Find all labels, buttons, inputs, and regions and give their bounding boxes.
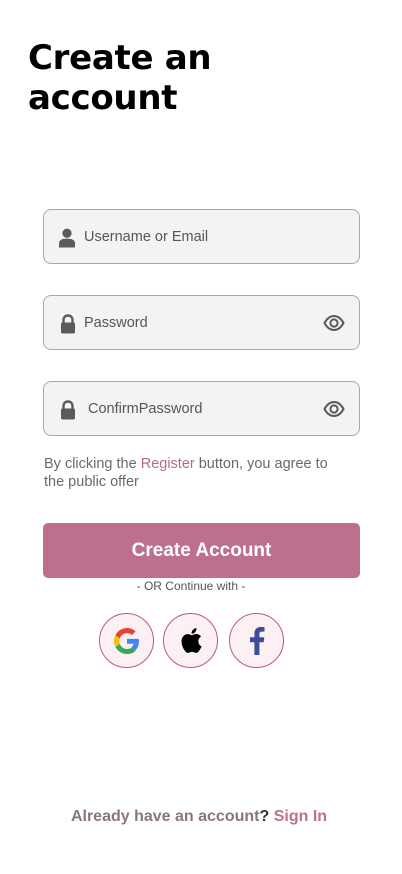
google-icon [113,627,139,654]
confirm-password-input[interactable] [88,382,318,435]
apple-button[interactable] [163,613,218,668]
lock-icon [61,400,75,420]
divider-text: - OR Continue with - [136,579,246,593]
lock-icon [61,314,75,334]
google-button[interactable] [99,613,154,668]
terms-note: By clicking the Register button, you agr… [44,455,344,491]
footer-prompt: Already have an account [70,808,260,825]
apple-icon [181,628,202,653]
username-field[interactable] [43,209,360,264]
footer-question-mark: ? [259,808,270,825]
eye-icon[interactable] [323,313,345,333]
register-link[interactable]: Register [141,456,195,472]
password-field[interactable] [43,295,360,350]
username-input[interactable] [84,210,314,263]
facebook-icon [249,626,264,655]
terms-prefix: By clicking the [44,456,141,472]
create-account-button[interactable]: Create Account [43,523,360,578]
user-icon [59,228,75,248]
confirm-password-field[interactable] [43,381,360,436]
password-input[interactable] [84,296,314,349]
eye-icon[interactable] [323,399,345,419]
signin-prompt: Already have an account? Sign In [0,808,398,826]
page-title: Create an account [28,38,212,118]
sign-in-link[interactable]: Sign In [274,808,327,825]
facebook-button[interactable] [229,613,284,668]
